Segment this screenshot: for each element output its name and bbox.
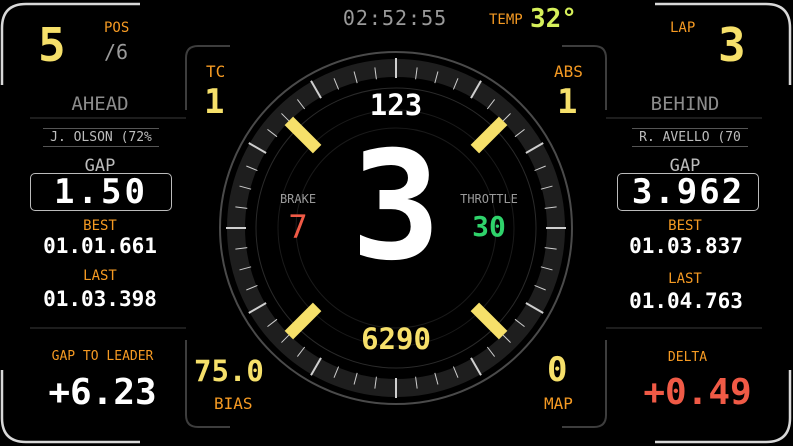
bias-value: 75.0 [194, 354, 264, 388]
last-value-right: 01.04.763 [629, 289, 743, 313]
clock: 02:52:55 [342, 6, 448, 30]
temp-label: TEMP [489, 12, 523, 28]
gear-value: 3 [350, 120, 442, 294]
tc-label: TC [206, 62, 226, 81]
best-label-left: BEST [83, 218, 117, 234]
map-value: 0 [547, 350, 568, 390]
rpm-value: 6290 [361, 322, 431, 356]
lap-value: 3 [718, 18, 746, 72]
delta-value: +0.49 [643, 372, 752, 413]
ahead-driver: J. OLSON (72% [43, 128, 159, 147]
bias-label: BIAS [214, 394, 253, 413]
brake-value: 7 [288, 208, 308, 246]
delta-label: DELTA [667, 350, 708, 365]
best-value-left: 01.01.661 [43, 234, 157, 258]
ahead-label: AHEAD [71, 93, 129, 115]
pos-total: /6 [104, 40, 129, 64]
temp-value: 32° [530, 4, 577, 34]
abs-label: ABS [554, 62, 583, 81]
best-value-right: 01.03.837 [629, 234, 743, 258]
tc-value: 1 [204, 82, 225, 122]
best-label-right: BEST [668, 218, 702, 234]
map-label: MAP [544, 394, 573, 413]
throttle-value: 30 [472, 210, 506, 243]
gap-ahead-value: 1.50 [30, 173, 172, 211]
speed-value: 123 [369, 88, 423, 122]
behind-driver: R. AVELLO (70 [632, 128, 748, 147]
gap-leader-label: GAP TO LEADER [51, 349, 154, 364]
position-value: 5 [38, 18, 66, 72]
abs-value: 1 [557, 82, 578, 122]
gap-behind-value: 3.962 [617, 173, 759, 211]
gap-leader-value: +6.23 [48, 372, 157, 413]
last-value-left: 01.03.398 [43, 287, 157, 311]
brake-label: BRAKE [279, 192, 317, 206]
last-label-right: LAST [668, 271, 702, 287]
lap-label: LAP [670, 20, 696, 36]
pos-label: POS [104, 20, 130, 36]
throttle-label: THROTTLE [460, 192, 518, 206]
behind-label: BEHIND [650, 93, 720, 115]
last-label-left: LAST [83, 268, 117, 284]
